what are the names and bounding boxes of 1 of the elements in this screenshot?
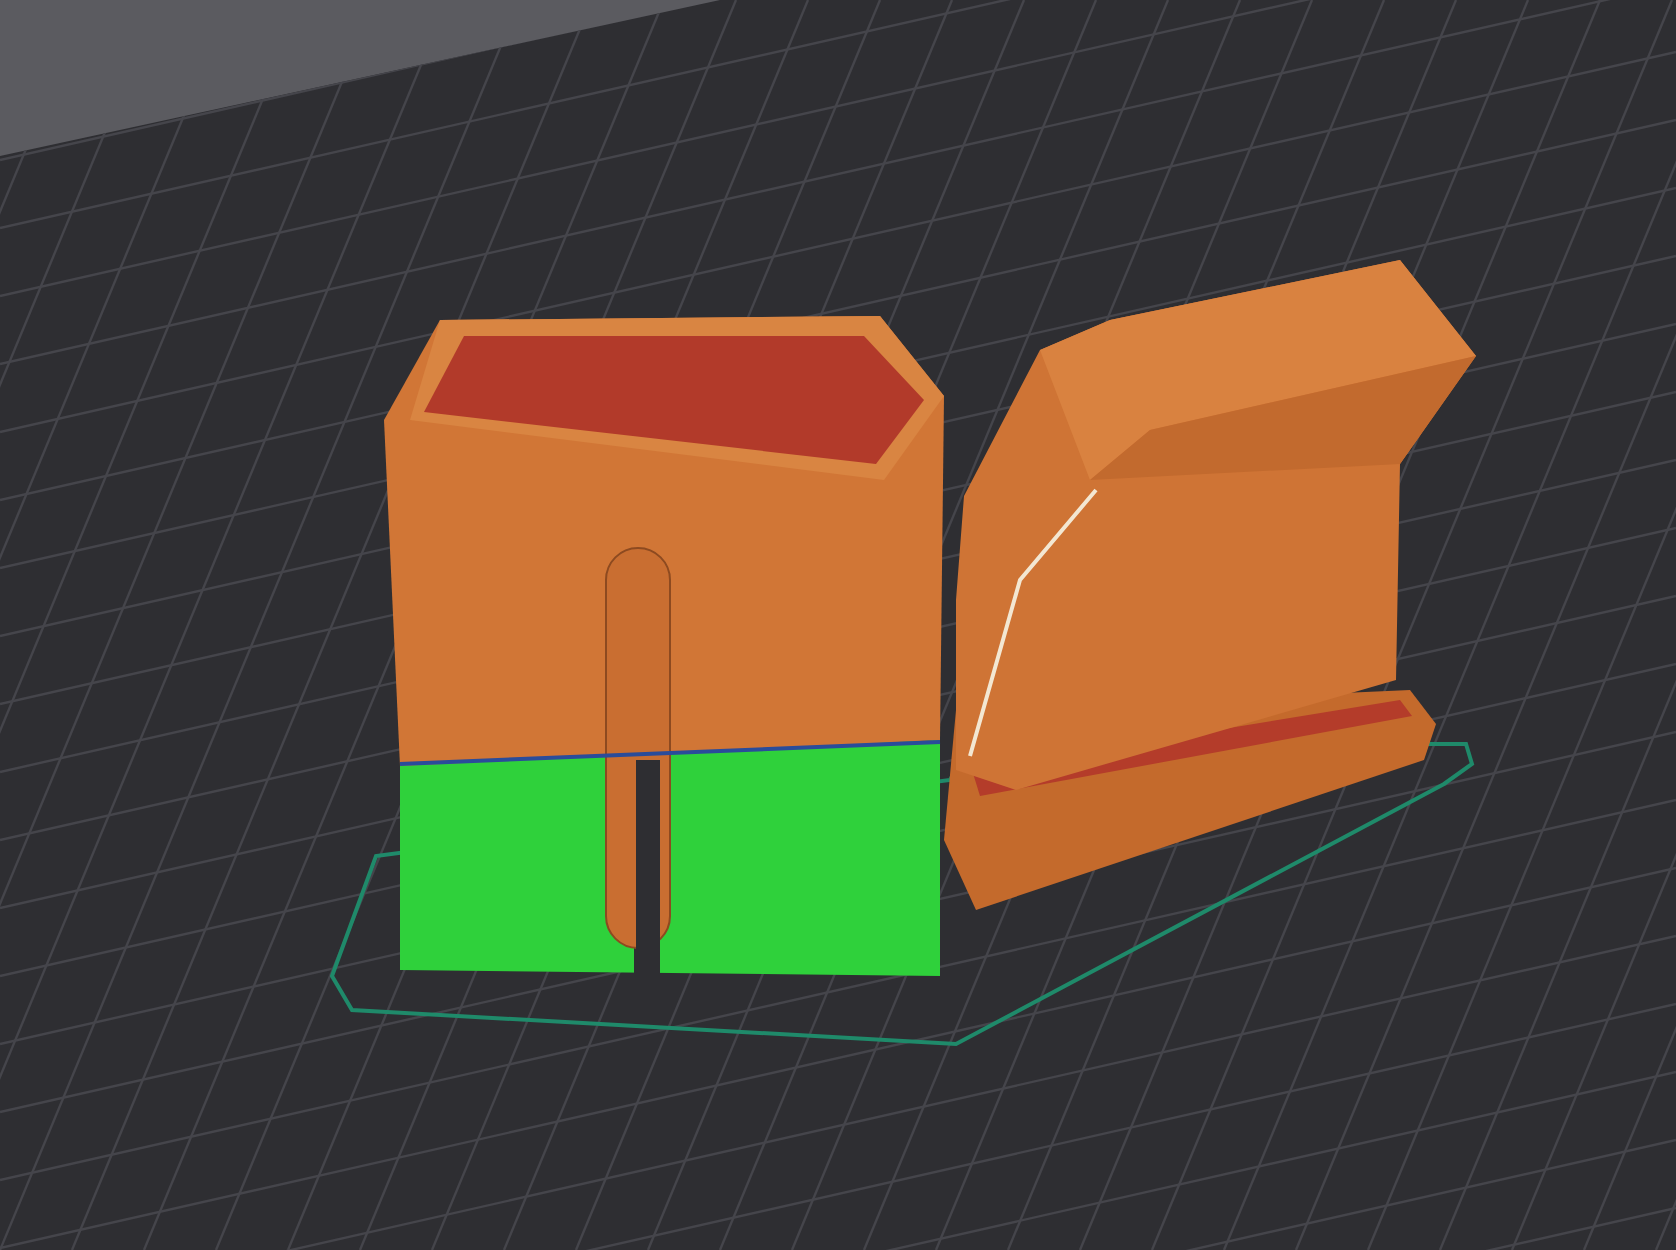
- print-preview-viewport[interactable]: [0, 0, 1676, 1250]
